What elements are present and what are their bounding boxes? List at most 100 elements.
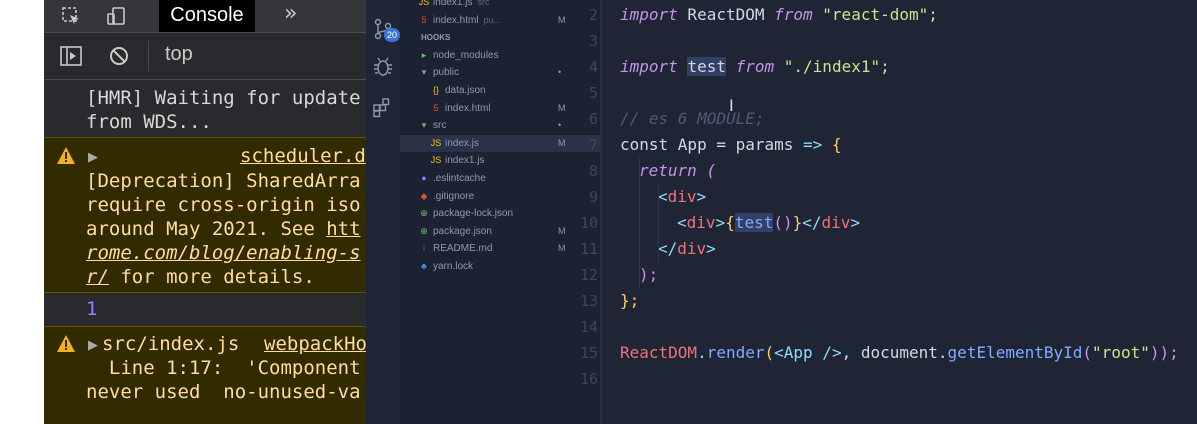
warning-icon xyxy=(57,335,75,352)
line-number: 10 xyxy=(579,214,598,232)
file-type-icon: ▾ xyxy=(421,120,427,131)
toolbar-divider xyxy=(148,41,149,71)
warning-file: src/index.js xyxy=(102,333,240,355)
tok: "./index1"; xyxy=(774,57,890,76)
console-text: [Deprecation] SharedArra xyxy=(86,170,361,192)
file-type-icon: ⊕ xyxy=(420,225,428,236)
expand-triangle-icon[interactable]: ▶ xyxy=(88,150,98,165)
inspect-element-icon[interactable] xyxy=(61,6,81,26)
console-result: 1 xyxy=(44,292,366,326)
explorer-item-label: index.html xyxy=(445,102,491,114)
tok: return xyxy=(639,161,697,180)
clear-console-icon[interactable] xyxy=(109,46,129,66)
expand-triangle-icon[interactable]: ▶ xyxy=(88,338,98,353)
code-line-6: // es 6 MODULE; xyxy=(620,109,765,128)
docs-link-end[interactable]: r/ xyxy=(86,266,109,288)
line-number: 2 xyxy=(588,6,598,24)
code-line-4: import test from "./index1"; xyxy=(620,54,890,80)
code-line-15: ReactDOM.render(<App />, document.getEle… xyxy=(620,340,1179,366)
explorer-item-suffix: pu... xyxy=(483,14,502,25)
file-type-icon: ◆ xyxy=(420,190,428,201)
indent-guide xyxy=(658,184,659,262)
tok: < xyxy=(658,187,668,206)
code-line-13: }; xyxy=(620,291,640,310)
file-type-icon: 5 xyxy=(421,14,427,25)
code-line-9: <div> xyxy=(658,184,706,210)
console-text: [HMR] Waiting for update xyxy=(86,87,361,109)
explorer-item-label: .gitignore xyxy=(433,190,475,202)
result-value: 1 xyxy=(86,298,98,320)
tok: import xyxy=(620,5,678,24)
explorer-item-label: index1.js xyxy=(445,155,485,167)
tok: div xyxy=(821,213,851,232)
console-text: around May 2021. See htt xyxy=(86,217,361,241)
explorer-item-label: index.html xyxy=(433,14,479,26)
line-number: 5 xyxy=(588,84,598,102)
tok: <App /> xyxy=(774,343,842,362)
code-line-8: return ( xyxy=(639,158,716,184)
tok: > xyxy=(850,213,861,232)
devtools-toolbar: Console » xyxy=(44,0,366,33)
tok: => xyxy=(803,135,823,154)
line-number: 16 xyxy=(579,370,598,388)
tok: )); xyxy=(1149,343,1179,362)
file-type-icon: ⊕ xyxy=(420,208,428,219)
console-toolbar: top xyxy=(44,33,366,80)
line-number: 11 xyxy=(579,240,598,258)
docs-link[interactable]: htt xyxy=(326,218,360,240)
code-line-11: </div> xyxy=(658,236,716,262)
explorer-item-label: HOOKS xyxy=(421,33,451,43)
context-selector[interactable]: top xyxy=(165,43,193,66)
console-text: from WDS... xyxy=(86,111,212,133)
tok: const App = params xyxy=(620,135,804,154)
more-tabs-button[interactable]: » xyxy=(284,0,297,28)
tok: div xyxy=(667,187,697,206)
source-link[interactable]: scheduler.d xyxy=(240,144,366,168)
line-number: 8 xyxy=(588,162,598,180)
explorer-item-suffix: src xyxy=(477,0,490,7)
tok: > xyxy=(715,213,726,232)
console-text: never used no-unused-va xyxy=(86,381,361,403)
tok: </ xyxy=(658,239,678,258)
explorer-item-label: package.json xyxy=(433,225,492,237)
tok: { xyxy=(822,135,842,154)
console-text-part: for more details. xyxy=(108,266,315,288)
docs-link-cont[interactable]: rome.com/blog/enabling-s xyxy=(86,241,361,265)
sidebar-toggle-icon[interactable] xyxy=(60,46,82,66)
tok: () xyxy=(773,213,793,232)
code-line-10: <div>{test()}</div> xyxy=(677,210,860,236)
devtools-panel: Console » top [HMR] Waiting for update f… xyxy=(44,0,366,424)
tok: getElementById xyxy=(947,343,1083,362)
tok: import xyxy=(620,57,678,76)
extensions-icon[interactable] xyxy=(372,96,394,118)
tok: ( xyxy=(1082,343,1093,362)
line-number: 12 xyxy=(579,266,598,284)
line-number: 3 xyxy=(588,32,598,50)
source-link[interactable]: webpackHo xyxy=(264,332,366,356)
explorer-item-label: index.js xyxy=(445,137,479,149)
tok: ReactDOM xyxy=(620,343,698,362)
tok: "root" xyxy=(1092,343,1150,362)
explorer-item-label: data.json xyxy=(445,85,486,96)
explorer-item-label: yarn.lock xyxy=(433,261,474,272)
tok: div xyxy=(686,213,716,232)
explorer-item-label: package-lock.json xyxy=(433,208,514,220)
line-number: 14 xyxy=(579,318,598,336)
line-number: 7 xyxy=(588,136,598,154)
device-toolbar-icon[interactable] xyxy=(106,6,126,26)
file-type-icon: i xyxy=(423,243,425,254)
line-number: 4 xyxy=(588,58,598,76)
console-text-part: around May 2021. See xyxy=(86,218,327,240)
tok: , document. xyxy=(841,343,948,362)
activity-bar: 20 xyxy=(366,0,401,424)
console-text: r/ for more details. xyxy=(86,265,315,289)
debug-icon[interactable] xyxy=(372,56,394,78)
tok: from xyxy=(725,57,775,76)
file-type-icon: ▸ xyxy=(421,49,427,60)
explorer-item-label: public xyxy=(433,67,460,79)
explorer-item-label: node_modules xyxy=(433,49,499,61)
code-editor[interactable]: 2 3 4 5 6 7 8 9 10 11 12 13 14 15 16 import ReactDOM f… xyxy=(580,0,1197,424)
selected-identifier: test xyxy=(687,57,726,76)
tok xyxy=(678,57,688,76)
tab-console[interactable]: Console xyxy=(159,0,255,32)
